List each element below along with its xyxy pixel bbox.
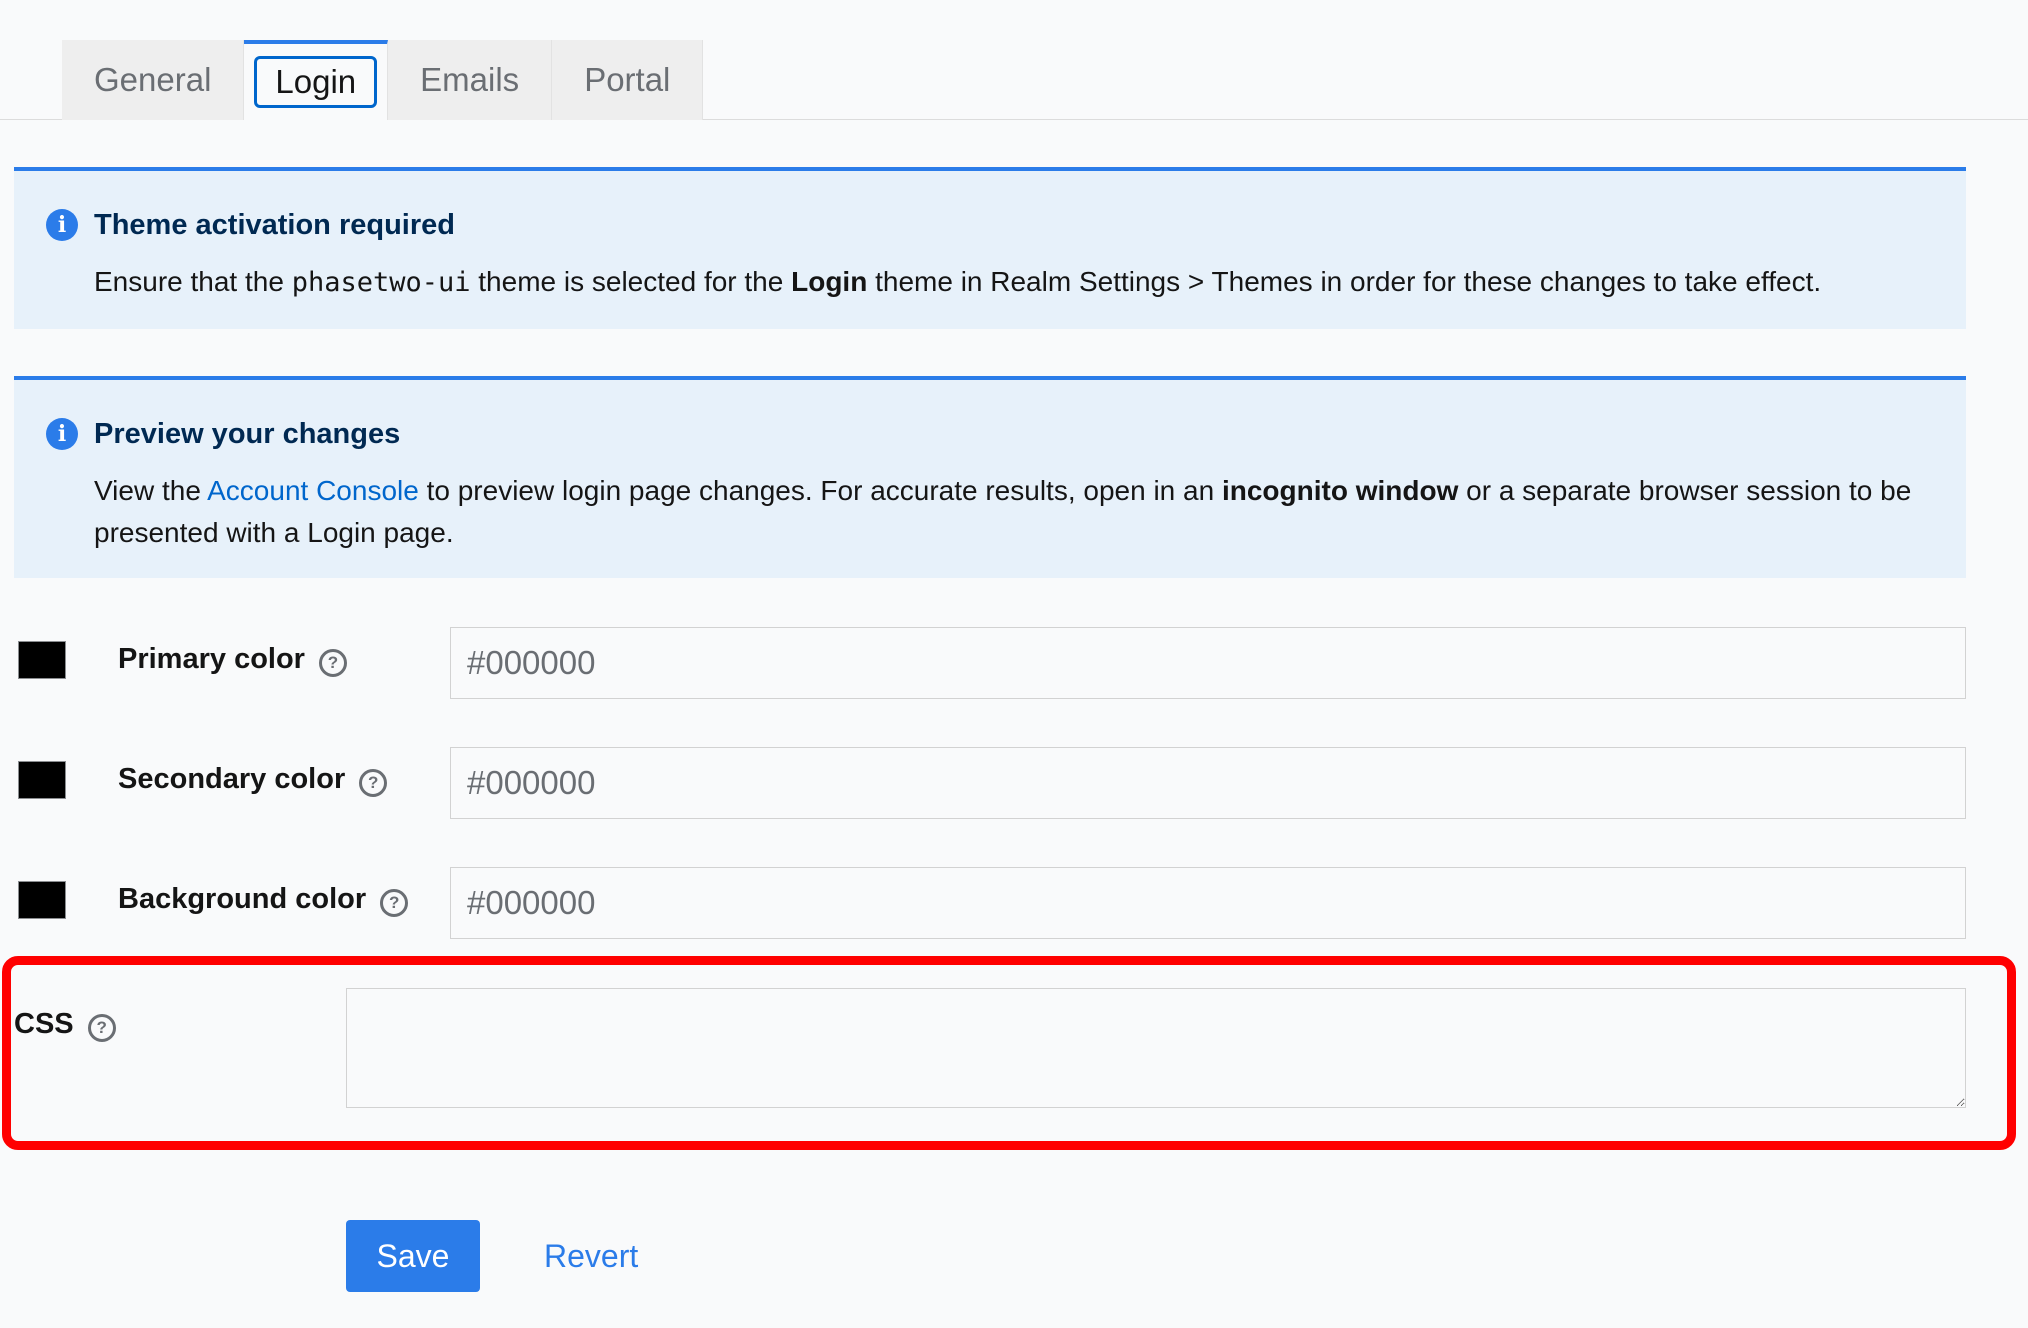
account-console-link[interactable]: Account Console (207, 475, 419, 506)
secondary-color-label-text: Secondary color (118, 763, 346, 795)
secondary-color-label: Secondary color ? (118, 763, 388, 797)
tab-emails[interactable]: Emails (388, 40, 553, 120)
primary-color-row: Primary color ? (0, 627, 2028, 699)
tab-portal[interactable]: Portal (552, 40, 704, 120)
tab-general-label: General (94, 61, 212, 98)
help-icon[interactable]: ? (359, 768, 388, 797)
theme-activation-alert: i Theme activation required Ensure that … (14, 167, 1966, 329)
secondary-color-input[interactable] (450, 747, 1966, 819)
tab-portal-label: Portal (584, 61, 671, 98)
info-icon: i (46, 209, 78, 241)
revert-button[interactable]: Revert (520, 1220, 662, 1292)
css-label: CSS ? (14, 1008, 116, 1042)
alert-text: View the (94, 475, 208, 506)
save-button[interactable]: Save (346, 1220, 480, 1292)
tab-bar: General Login Emails Portal (0, 0, 2028, 120)
alert-text: to preview login page changes. For accur… (418, 475, 1222, 506)
background-color-input[interactable] (450, 867, 1966, 939)
alert-text: Ensure that the (94, 266, 292, 297)
primary-color-swatch[interactable] (18, 641, 66, 679)
primary-color-label: Primary color ? (118, 643, 347, 677)
help-icon[interactable]: ? (318, 648, 347, 677)
secondary-color-swatch[interactable] (18, 761, 66, 799)
background-color-swatch[interactable] (18, 881, 66, 919)
tab-login-label: Login (254, 56, 378, 108)
alert-description: Ensure that the phasetwo-ui theme is sel… (94, 261, 1936, 304)
help-icon[interactable]: ? (87, 1013, 116, 1042)
background-color-row: Background color ? (0, 867, 2028, 939)
primary-color-label-text: Primary color (118, 643, 305, 675)
tab-emails-label: Emails (420, 61, 520, 98)
background-color-label-text: Background color (118, 883, 367, 915)
primary-color-input[interactable] (450, 627, 1966, 699)
background-color-label: Background color ? (118, 883, 409, 917)
css-textarea[interactable] (346, 988, 1966, 1108)
alert-title: Theme activation required (94, 209, 455, 241)
alert-description: View the Account Console to preview logi… (94, 470, 1936, 554)
alert-title: Preview your changes (94, 418, 401, 450)
help-icon[interactable]: ? (380, 888, 409, 917)
tab-list: General Login Emails Portal (62, 40, 704, 120)
tab-general[interactable]: General (62, 40, 245, 120)
login-bold-text: Login (791, 266, 868, 297)
css-label-text: CSS (14, 1008, 74, 1040)
incognito-bold-text: incognito window (1221, 475, 1459, 506)
secondary-color-row: Secondary color ? (0, 747, 2028, 819)
alert-text: theme is selected for the (470, 266, 792, 297)
preview-changes-alert: i Preview your changes View the Account … (14, 376, 1966, 578)
alert-text: theme in Realm Settings > Themes in orde… (867, 266, 1822, 297)
tab-login[interactable]: Login (244, 40, 389, 120)
theme-name-code: phasetwo-ui (291, 267, 471, 298)
info-icon: i (46, 418, 78, 450)
